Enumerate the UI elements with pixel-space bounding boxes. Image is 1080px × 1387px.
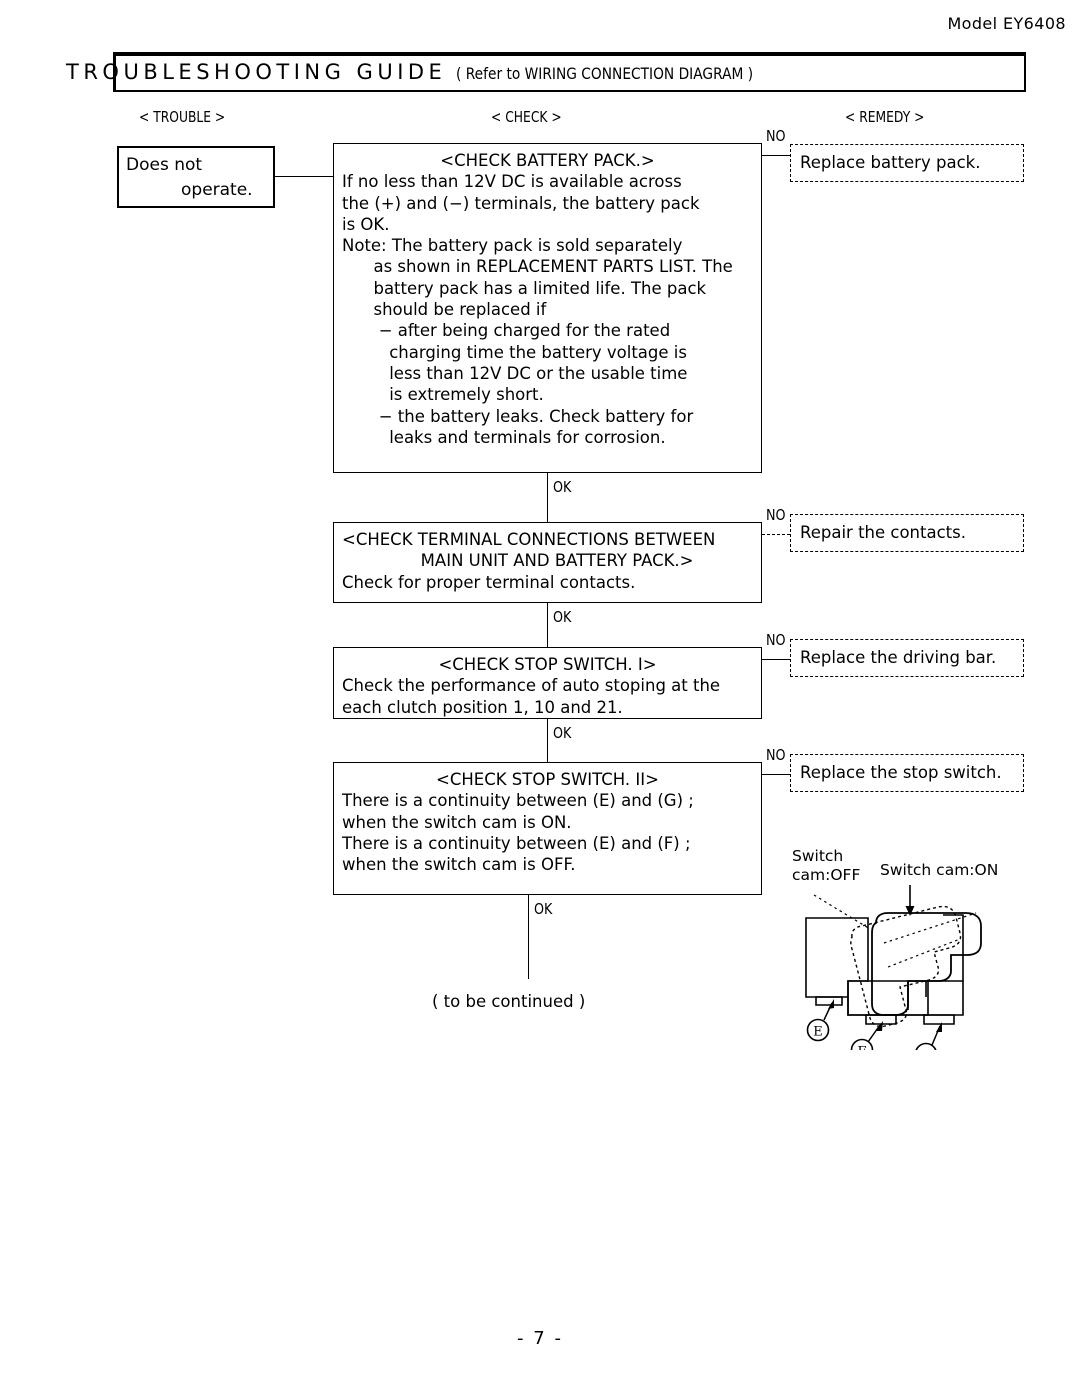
terminal-tabs bbox=[815, 996, 955, 1025]
remedy-box-3: Replace the driving bar. bbox=[790, 639, 1024, 677]
connector-check1-to-check2 bbox=[547, 473, 548, 522]
ok-label-3: OK bbox=[553, 724, 572, 742]
check-body-1: If no less than 12V DC is available acro… bbox=[342, 172, 733, 447]
switch-housing-right bbox=[943, 914, 964, 981]
switch-housing-lower bbox=[847, 980, 929, 1016]
guide-title: TROUBLESHOOTING GUIDE ( Refer to WIRING … bbox=[66, 60, 802, 90]
terminal-letter-G: G bbox=[921, 1049, 931, 1051]
no-label-4: NO bbox=[766, 746, 786, 764]
connector-trouble-to-check bbox=[275, 176, 333, 177]
column-header-check: < CHECK > bbox=[491, 108, 562, 126]
cam-shape-on bbox=[871, 912, 982, 1016]
terminal-letter-E: E bbox=[813, 1025, 823, 1040]
to-be-continued-label: ( to be continued ) bbox=[432, 992, 586, 1011]
terminal-label-G: G bbox=[915, 1042, 937, 1051]
connector-check4-to-continued bbox=[528, 895, 529, 979]
column-header-remedy: < REMEDY > bbox=[845, 108, 925, 126]
switch-cam-on-label: Switch cam:ON bbox=[880, 861, 999, 879]
guide-title-main: TROUBLESHOOTING GUIDE bbox=[66, 60, 447, 84]
check-title-3: <CHECK STOP SWITCH. I> bbox=[438, 655, 657, 674]
check-box-1: <CHECK BATTERY PACK.> If no less than 12… bbox=[333, 143, 762, 473]
page-number: - 7 - bbox=[517, 1328, 563, 1349]
connector-check2-to-check3 bbox=[547, 603, 548, 647]
connector-check3-to-remedy bbox=[762, 659, 790, 660]
ok-label-4: OK bbox=[534, 900, 553, 918]
connector-check3-to-check4 bbox=[547, 719, 548, 762]
column-header-trouble: < TROUBLE > bbox=[139, 108, 226, 126]
check-body-3: Check the performance of auto stoping at… bbox=[342, 676, 721, 717]
remedy-box-1: Replace battery pack. bbox=[790, 144, 1024, 182]
connector-check4-to-remedy bbox=[762, 774, 790, 775]
no-label-2: NO bbox=[766, 506, 786, 524]
trouble-box: Does not operate. bbox=[117, 146, 275, 208]
ok-label-1: OK bbox=[553, 478, 572, 496]
switch-housing-left bbox=[805, 917, 869, 998]
remedy-box-2: Repair the contacts. bbox=[790, 514, 1024, 552]
ok-label-2: OK bbox=[553, 608, 572, 626]
manual-page: Model EY6408 TROUBLESHOOTING GUIDE ( Ref… bbox=[0, 0, 1080, 1387]
check-box-4: <CHECK STOP SWITCH. II> There is a conti… bbox=[333, 762, 762, 895]
terminal-label-E: E bbox=[806, 1018, 830, 1042]
check-title-2: <CHECK TERMINAL CONNECTIONS BETWEEN MAIN… bbox=[342, 530, 716, 571]
no-label-1: NO bbox=[766, 127, 786, 145]
check-title-4: <CHECK STOP SWITCH. II> bbox=[436, 770, 659, 789]
check-body-4: There is a continuity between (E) and (G… bbox=[342, 791, 694, 875]
switch-cam-diagram: Switch cam:OFF Switch cam:ON E bbox=[788, 845, 1028, 1050]
terminal-letter-F: F bbox=[857, 1045, 866, 1051]
switch-cam-off-label: Switch cam:OFF bbox=[792, 847, 861, 884]
check-title-1: <CHECK BATTERY PACK.> bbox=[440, 151, 655, 170]
connector-check1-to-remedy bbox=[762, 155, 790, 156]
guide-title-sub: ( Refer to WIRING CONNECTION DIAGRAM ) bbox=[456, 64, 754, 83]
no-label-3: NO bbox=[766, 631, 786, 649]
check-box-3: <CHECK STOP SWITCH. I> Check the perform… bbox=[333, 647, 762, 719]
switch-body-illustration: E F G bbox=[805, 885, 982, 1051]
check-box-2: <CHECK TERMINAL CONNECTIONS BETWEEN MAIN… bbox=[333, 522, 762, 603]
remedy-box-4: Replace the stop switch. bbox=[790, 754, 1024, 792]
connector-check2-to-remedy bbox=[762, 534, 790, 535]
model-header: Model EY6408 bbox=[947, 14, 1066, 33]
trouble-line-2: operate. bbox=[181, 179, 253, 200]
trouble-line-1: Does not bbox=[126, 155, 203, 175]
check-body-2: Check for proper terminal contacts. bbox=[342, 572, 636, 592]
